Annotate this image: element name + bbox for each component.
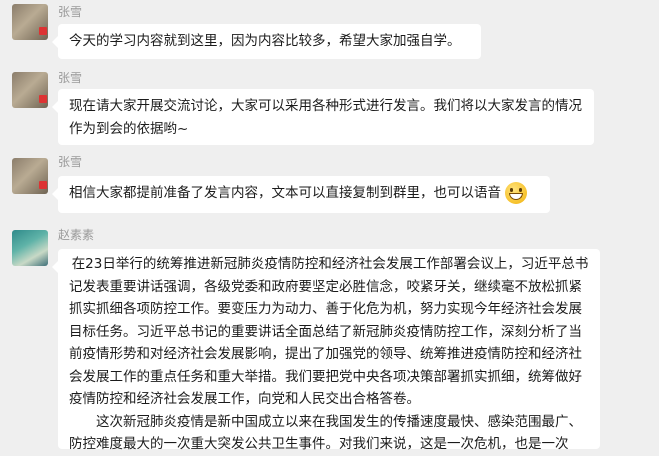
message-bubble[interactable]: 现在请大家开展交流讨论，大家可以采用各种形式进行发言。我们将以大家发言的情况作为… xyxy=(52,89,594,145)
message-paragraph: 在23日举行的统筹推进新冠肺炎疫情防控和经济社会发展工作部署会议上，习近平总书记… xyxy=(69,256,589,407)
grin-emoji-icon xyxy=(505,182,527,204)
message-bubble[interactable]: 今天的学习内容就到这里，因为内容比较多，希望大家加强自学。 xyxy=(52,24,481,59)
avatar[interactable] xyxy=(12,158,48,194)
sender-name: 张雪 xyxy=(58,155,83,169)
message-bubble[interactable]: 相信大家都提前准备了发言内容，文本可以直接复制到群里，也可以语音 xyxy=(52,176,550,213)
sender-name: 张雪 xyxy=(58,71,83,85)
avatar[interactable] xyxy=(12,4,48,40)
avatar[interactable] xyxy=(12,72,48,108)
sender-name: 张雪 xyxy=(58,5,83,19)
message-text: 相信大家都提前准备了发言内容，文本可以直接复制到群里，也可以语音 xyxy=(69,185,501,201)
avatar[interactable] xyxy=(12,230,48,266)
sender-name: 赵素素 xyxy=(58,228,95,242)
message-bubble[interactable]: 在23日举行的统筹推进新冠肺炎疫情防控和经济社会发展工作部署会议上，习近平总书记… xyxy=(52,249,600,452)
message-paragraph: 这次新冠肺炎疫情是新中国成立以来在我国发生的传播速度最快、感染范围最广、防控难度… xyxy=(69,413,582,453)
